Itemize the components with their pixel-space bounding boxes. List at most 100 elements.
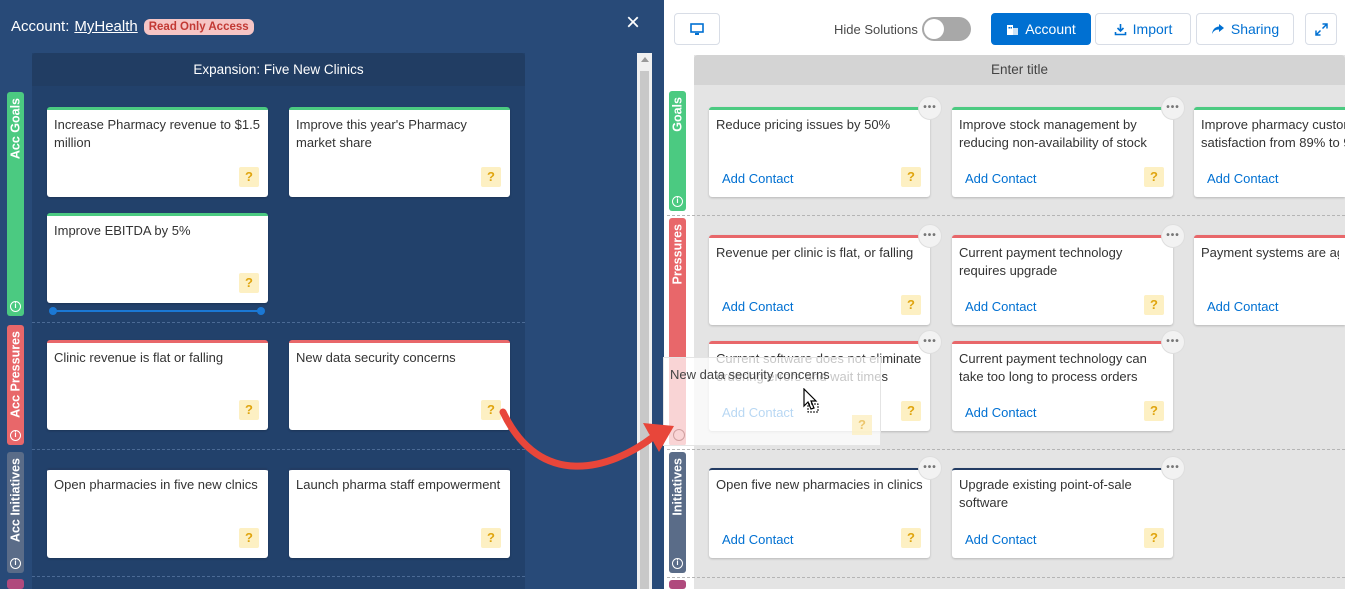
lane-tab-goals[interactable]: Goals i	[669, 91, 686, 211]
more-options-icon[interactable]: •••	[918, 224, 942, 248]
scrollbar-thumb[interactable]	[640, 71, 649, 589]
card-text: Upgrade existing point-of-sale software	[959, 477, 1132, 510]
sharing-button-label: Sharing	[1230, 21, 1280, 37]
initiative-card[interactable]: Launch pharma staff empowerment ?	[289, 468, 510, 558]
lane-divider	[667, 449, 1345, 450]
question-icon[interactable]: ?	[239, 400, 259, 420]
question-icon[interactable]: ?	[239, 167, 259, 187]
scroll-up-icon[interactable]	[641, 57, 649, 62]
lane-tab-acc-initiatives[interactable]: Acc Initiatives i	[7, 452, 24, 573]
card-text: Improve this year's Pharmacy market shar…	[296, 117, 467, 150]
lane-label: Acc Pressures	[8, 331, 23, 418]
add-contact-link[interactable]: Add Contact	[965, 405, 1037, 420]
info-icon[interactable]: i	[10, 301, 21, 312]
question-icon[interactable]: ?	[481, 400, 501, 420]
card-text: Payment systems are aging	[1201, 245, 1339, 260]
lane-tab-next[interactable]	[669, 580, 686, 589]
account-button[interactable]: Account	[991, 13, 1091, 45]
question-icon[interactable]: ?	[239, 528, 259, 548]
expand-button[interactable]	[1305, 13, 1337, 45]
lane-tab-initiatives[interactable]: Initiatives i	[669, 452, 686, 573]
more-options-icon[interactable]: •••	[1161, 330, 1185, 354]
question-icon[interactable]: ?	[901, 528, 921, 548]
sharing-button[interactable]: Sharing	[1196, 13, 1294, 45]
lane-divider	[32, 449, 525, 450]
goal-card[interactable]: Improve pharmacy customer satisfaction f…	[1194, 107, 1345, 197]
lane-tab-acc-goals[interactable]: Acc Goals i	[7, 92, 24, 316]
question-icon[interactable]: ?	[1144, 401, 1164, 421]
add-contact-link[interactable]: Add Contact	[722, 171, 794, 186]
info-icon[interactable]: i	[10, 558, 21, 569]
lane-label: Goals	[670, 97, 685, 132]
add-contact-link[interactable]: Add Contact	[722, 532, 794, 547]
question-icon[interactable]: ?	[901, 295, 921, 315]
add-contact-link[interactable]: Add Contact	[965, 532, 1037, 547]
goal-card[interactable]: Increase Pharmacy revenue to $1.5 millio…	[47, 107, 268, 197]
add-contact-link[interactable]: Add Contact	[1207, 299, 1279, 314]
question-icon[interactable]: ?	[901, 401, 921, 421]
question-icon[interactable]: ?	[239, 273, 259, 293]
more-options-icon[interactable]: •••	[1161, 224, 1185, 248]
resize-handle-start[interactable]	[49, 307, 57, 315]
more-options-icon[interactable]: •••	[1161, 456, 1185, 480]
card-text: Current payment technology can take too …	[959, 351, 1147, 384]
add-contact-link[interactable]: Add Contact	[722, 299, 794, 314]
more-options-icon[interactable]: •••	[918, 96, 942, 120]
drag-ghost-card: New data security concerns ?	[663, 357, 881, 446]
add-contact-link[interactable]: Add Contact	[1207, 171, 1279, 186]
resize-handle-track[interactable]	[53, 310, 261, 312]
card-text: Open pharmacies in five new clnics	[54, 477, 258, 492]
goal-card[interactable]: Improve EBITDA by 5% ?	[47, 213, 268, 303]
add-contact-link[interactable]: Add Contact	[965, 171, 1037, 186]
card-text: Open five new pharmacies in clinics	[716, 477, 923, 492]
card-text: Increase Pharmacy revenue to $1.5 millio…	[54, 117, 260, 150]
more-options-icon[interactable]: •••	[1161, 96, 1185, 120]
add-contact-link[interactable]: Add Contact	[965, 299, 1037, 314]
pressure-card[interactable]: Revenue per clinic is flat, or falling A…	[709, 224, 942, 325]
card-text: Improve pharmacy customer satisfaction f…	[1201, 117, 1345, 150]
info-icon[interactable]: i	[672, 196, 683, 207]
close-icon[interactable]: ×	[626, 11, 640, 35]
info-icon[interactable]: i	[10, 430, 21, 441]
initiative-card[interactable]: Open five new pharmacies in clinics Add …	[709, 456, 942, 558]
lane-divider	[32, 322, 525, 323]
goal-card[interactable]: Reduce pricing issues by 50% Add Contact…	[709, 96, 942, 197]
lane-tab-acc-pressures[interactable]: Acc Pressures i	[7, 325, 24, 445]
read-only-badge: Read Only Access	[143, 18, 254, 35]
question-icon[interactable]: ?	[1144, 528, 1164, 548]
hide-solutions-toggle[interactable]	[922, 17, 971, 41]
initiative-card[interactable]: Open pharmacies in five new clnics ?	[47, 468, 268, 558]
pressure-card[interactable]: Clinic revenue is flat or falling ?	[47, 340, 268, 430]
goal-card[interactable]: Improve stock management by reducing non…	[952, 96, 1185, 197]
more-options-icon[interactable]: •••	[918, 456, 942, 480]
goal-card[interactable]: Improve this year's Pharmacy market shar…	[289, 107, 510, 197]
account-name-link[interactable]: MyHealth	[74, 18, 137, 35]
initiative-card[interactable]: Upgrade existing point-of-sale software …	[952, 456, 1185, 558]
question-icon[interactable]: ?	[481, 167, 501, 187]
import-button[interactable]: Import	[1095, 13, 1191, 45]
question-icon[interactable]: ?	[481, 528, 501, 548]
card-text: Launch pharma staff empowerment	[296, 477, 501, 492]
cursor-icon	[803, 388, 819, 413]
card-text: New data security concerns	[296, 350, 456, 365]
lane-label: Initiatives	[670, 458, 685, 516]
question-icon[interactable]: ?	[901, 167, 921, 187]
pressure-card[interactable]: Current payment technology requires upgr…	[952, 224, 1185, 325]
presentation-button[interactable]	[674, 13, 720, 45]
pressure-card[interactable]: Payment systems are aging Add Contact	[1194, 235, 1345, 325]
hide-solutions-label: Hide Solutions	[834, 22, 918, 37]
question-icon[interactable]: ?	[1144, 295, 1164, 315]
account-panel: Account: MyHealth Read Only Access × Exp…	[0, 0, 664, 589]
scrollbar[interactable]	[637, 53, 652, 589]
pressure-card[interactable]: Current payment technology can take too …	[952, 330, 1185, 431]
pressure-card[interactable]: New data security concerns ?	[289, 340, 510, 430]
question-icon[interactable]: ?	[1144, 167, 1164, 187]
info-icon[interactable]: i	[672, 558, 683, 569]
more-options-icon[interactable]: •••	[918, 330, 942, 354]
account-header: Account: MyHealth Read Only Access	[11, 18, 254, 35]
import-button-label: Import	[1132, 21, 1173, 37]
board-title-input[interactable]: Enter title	[694, 55, 1345, 85]
lane-tab-next[interactable]	[7, 579, 24, 589]
resize-handle-end[interactable]	[257, 307, 265, 315]
lane-label: Acc Initiatives	[8, 458, 23, 543]
